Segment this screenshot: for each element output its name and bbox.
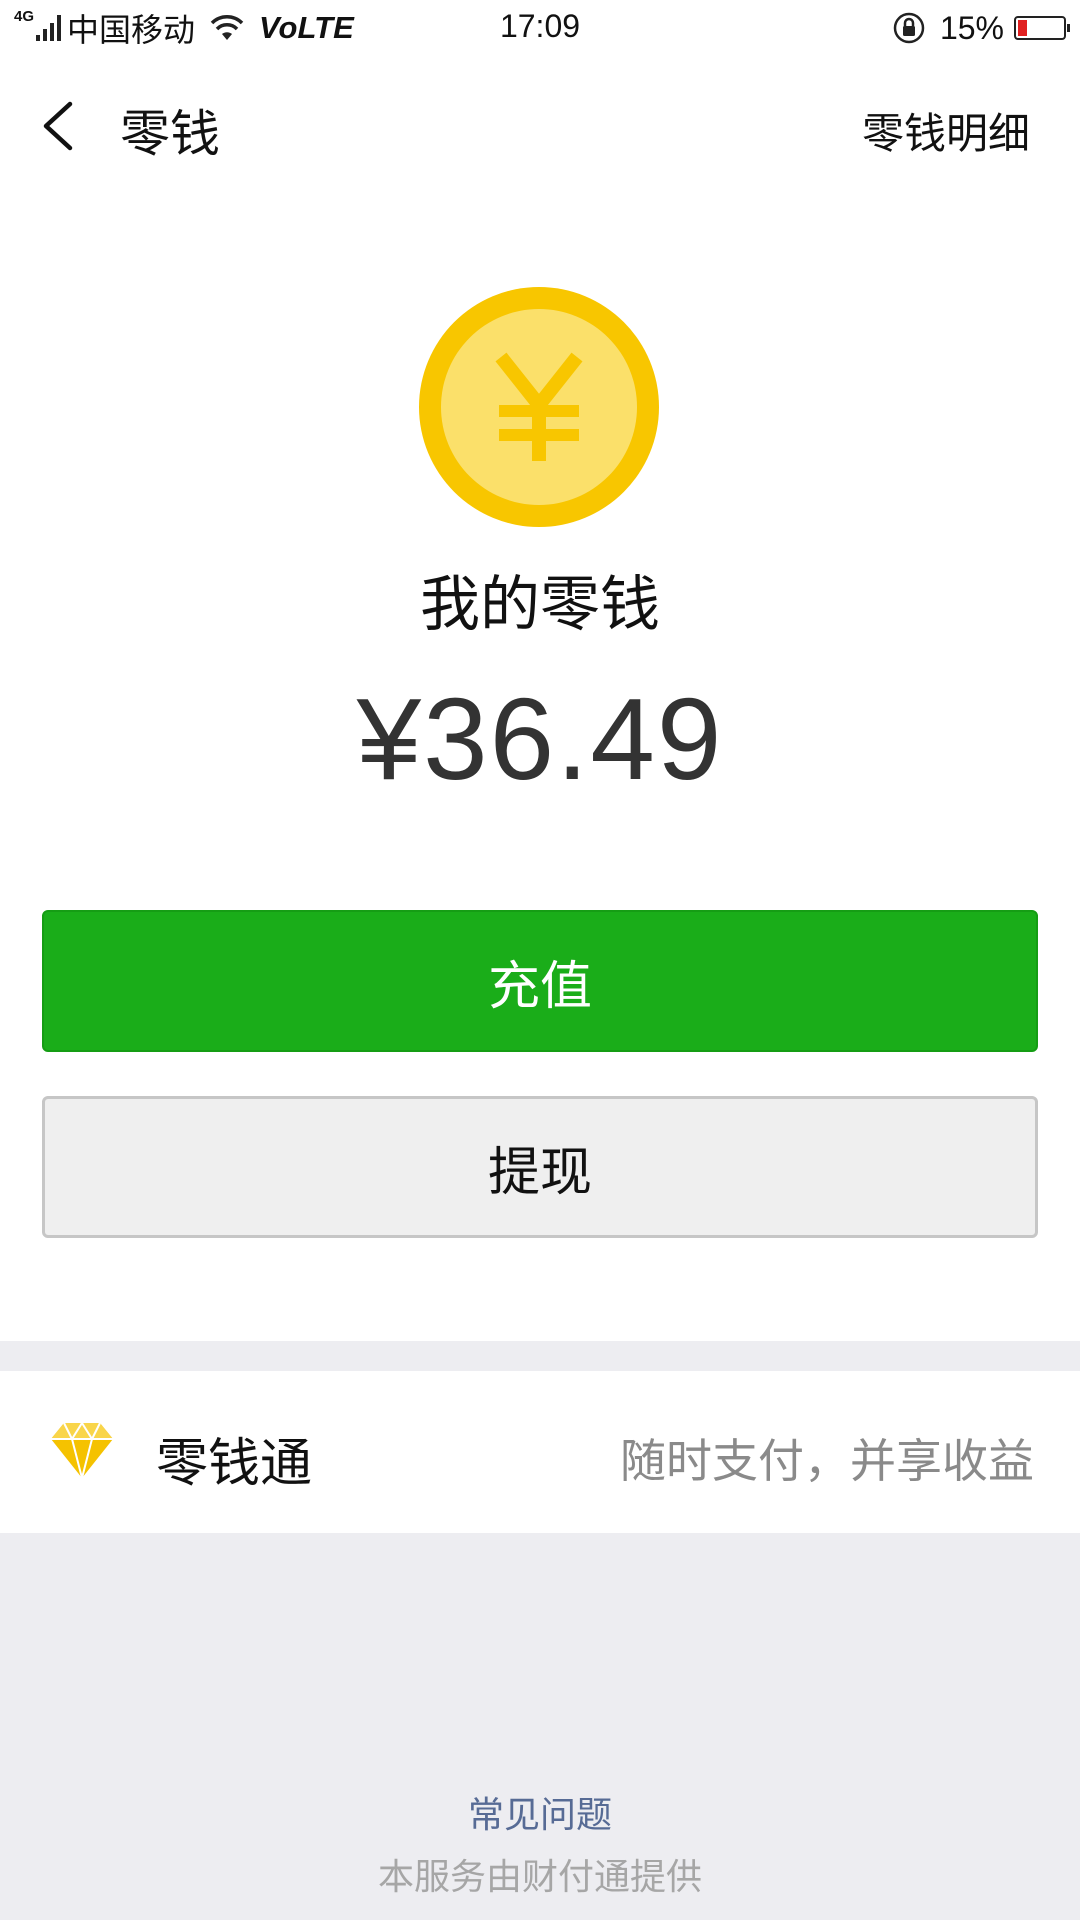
page-title: 零钱 bbox=[120, 105, 220, 163]
diamond-icon bbox=[51, 1421, 113, 1479]
topup-button[interactable]: 充值 bbox=[42, 910, 1038, 1052]
nav-bar: 零钱 零钱明细 bbox=[0, 56, 1080, 196]
balance-amount: ¥36.49 bbox=[356, 674, 724, 804]
withdraw-button[interactable]: 提现 bbox=[42, 1096, 1038, 1238]
faq-link[interactable]: 常见问题 bbox=[0, 1786, 1080, 1838]
lingqiantong-description: 随时支付，并享收益 bbox=[620, 1434, 1034, 1488]
battery-icon bbox=[1014, 16, 1070, 40]
yuan-coin-icon bbox=[419, 287, 659, 527]
chevron-left-icon[interactable] bbox=[30, 96, 90, 156]
status-bar: 4G 中国移动 VoLTE 17:09 15% bbox=[0, 0, 1080, 56]
change-details-link[interactable]: 零钱明细 bbox=[862, 100, 1030, 161]
lingqiantong-row[interactable]: 零钱通 随时支付，并享收益 bbox=[0, 1371, 1080, 1533]
battery-level-fill bbox=[1018, 20, 1027, 36]
provider-text: 本服务由财付通提供 bbox=[377, 1857, 702, 1898]
rotation-lock-icon bbox=[893, 12, 925, 44]
status-right: 15% bbox=[892, 8, 1070, 48]
battery-percent: 15% bbox=[939, 9, 1004, 46]
wallet-label: 我的零钱 bbox=[420, 570, 660, 640]
lingqiantong-title: 零钱通 bbox=[156, 1434, 313, 1494]
wallet-change-page: 4G 中国移动 VoLTE 17:09 15% 零钱 零钱明细 我的零钱 ¥36… bbox=[0, 0, 1080, 1920]
